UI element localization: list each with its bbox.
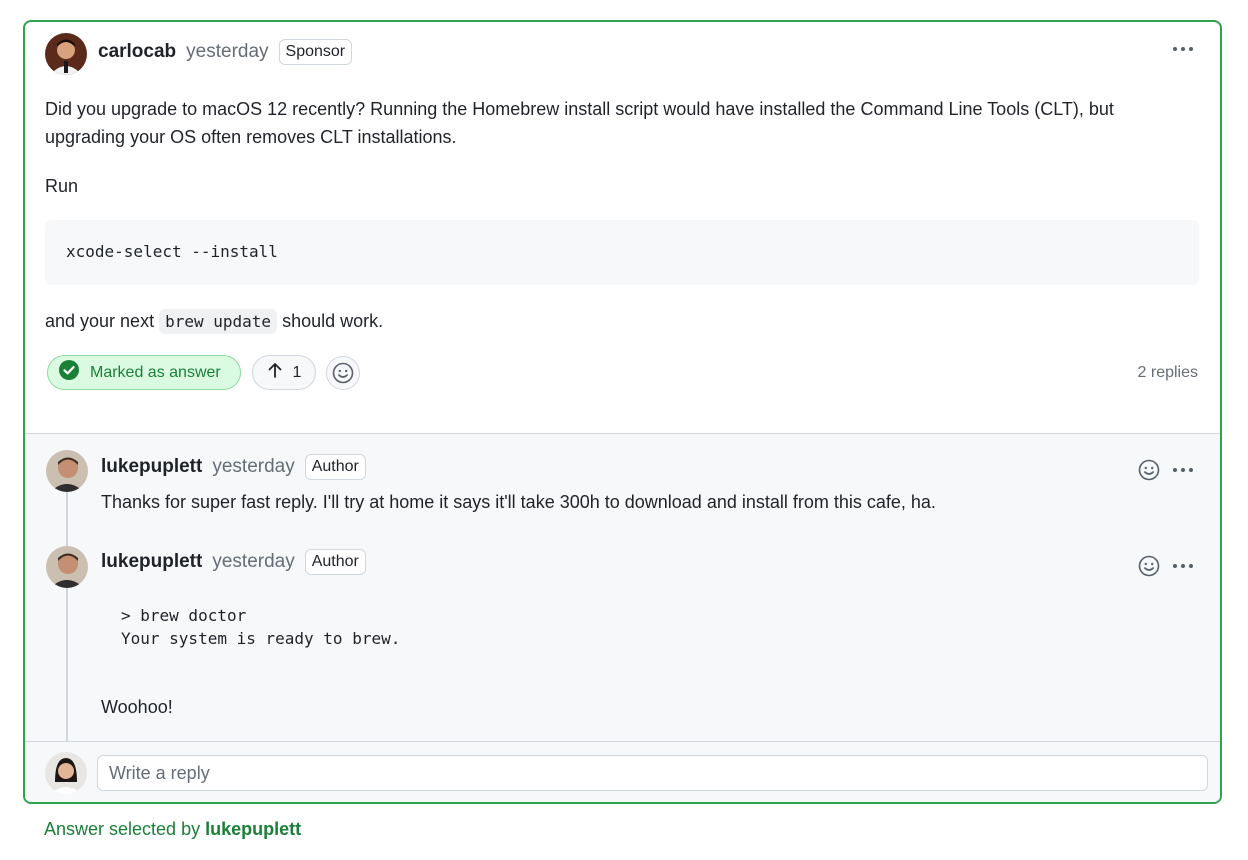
reply-body: Thanks for super fast reply. I'll try at… xyxy=(101,492,936,512)
comment-timestamp[interactable]: yesterday xyxy=(186,41,268,63)
reply-timestamp[interactable]: yesterday xyxy=(212,456,294,478)
code-block: xcode-select --install xyxy=(45,220,1199,285)
replies-thread: lukepuplett yesterday Author Thanks for … xyxy=(25,433,1220,744)
reply-author[interactable]: lukepuplett xyxy=(101,551,202,573)
answer-selected-by: Answer selected by lukepuplett xyxy=(44,819,301,840)
upvote-count: 1 xyxy=(292,363,302,381)
sponsor-badge: Sponsor xyxy=(278,39,353,65)
reply-timestamp[interactable]: yesterday xyxy=(212,551,294,573)
arrow-up-icon xyxy=(267,361,283,384)
reply-options-kebab-icon[interactable] xyxy=(1170,460,1196,480)
comment-author[interactable]: carlocab xyxy=(98,41,176,63)
author-badge: Author xyxy=(304,549,366,575)
add-reaction-smiley-icon[interactable] xyxy=(326,356,360,390)
comment-paragraph: Run xyxy=(45,176,79,196)
answer-label: Marked as answer xyxy=(90,363,221,381)
comment-options-kebab-icon[interactable] xyxy=(1170,39,1196,59)
code-text: xcode-select --install xyxy=(66,242,278,261)
check-circle-icon xyxy=(58,359,80,386)
reply-author[interactable]: lukepuplett xyxy=(101,456,202,478)
paragraph-text: should work. xyxy=(282,311,384,331)
reply-input[interactable] xyxy=(97,755,1208,791)
avatar-carlocab[interactable] xyxy=(45,33,87,75)
reply-body: Woohoo! xyxy=(101,697,173,717)
avatar-current-user[interactable] xyxy=(45,752,87,794)
reply-composer xyxy=(25,741,1220,802)
add-reaction-smiley-icon[interactable] xyxy=(1136,457,1162,483)
author-badge: Author xyxy=(304,454,366,480)
upvote-button[interactable]: 1 xyxy=(252,355,316,390)
reply-code-block: > brew doctor Your system is ready to br… xyxy=(121,606,401,648)
avatar-lukepuplett[interactable] xyxy=(46,546,88,588)
paragraph-text: and your next xyxy=(45,311,155,331)
comment-paragraph: and your next brew update should work. xyxy=(45,307,383,336)
main-comment: carlocab yesterday Sponsor Did you upgra… xyxy=(25,22,1220,433)
reply-options-kebab-icon[interactable] xyxy=(1170,556,1196,576)
replies-count[interactable]: 2 replies xyxy=(1138,364,1198,382)
thread-line xyxy=(66,479,68,744)
footer-prefix: Answer selected by xyxy=(44,819,201,839)
marked-as-answer-badge[interactable]: Marked as answer xyxy=(47,355,241,390)
answer-selector-user[interactable]: lukepuplett xyxy=(205,819,301,839)
comment-paragraph: Did you upgrade to macOS 12 recently? Ru… xyxy=(45,99,1114,147)
add-reaction-smiley-icon[interactable] xyxy=(1136,553,1162,579)
discussion-answer-card: carlocab yesterday Sponsor Did you upgra… xyxy=(23,20,1222,804)
inline-code: brew update xyxy=(159,309,278,334)
avatar-lukepuplett[interactable] xyxy=(46,450,88,492)
